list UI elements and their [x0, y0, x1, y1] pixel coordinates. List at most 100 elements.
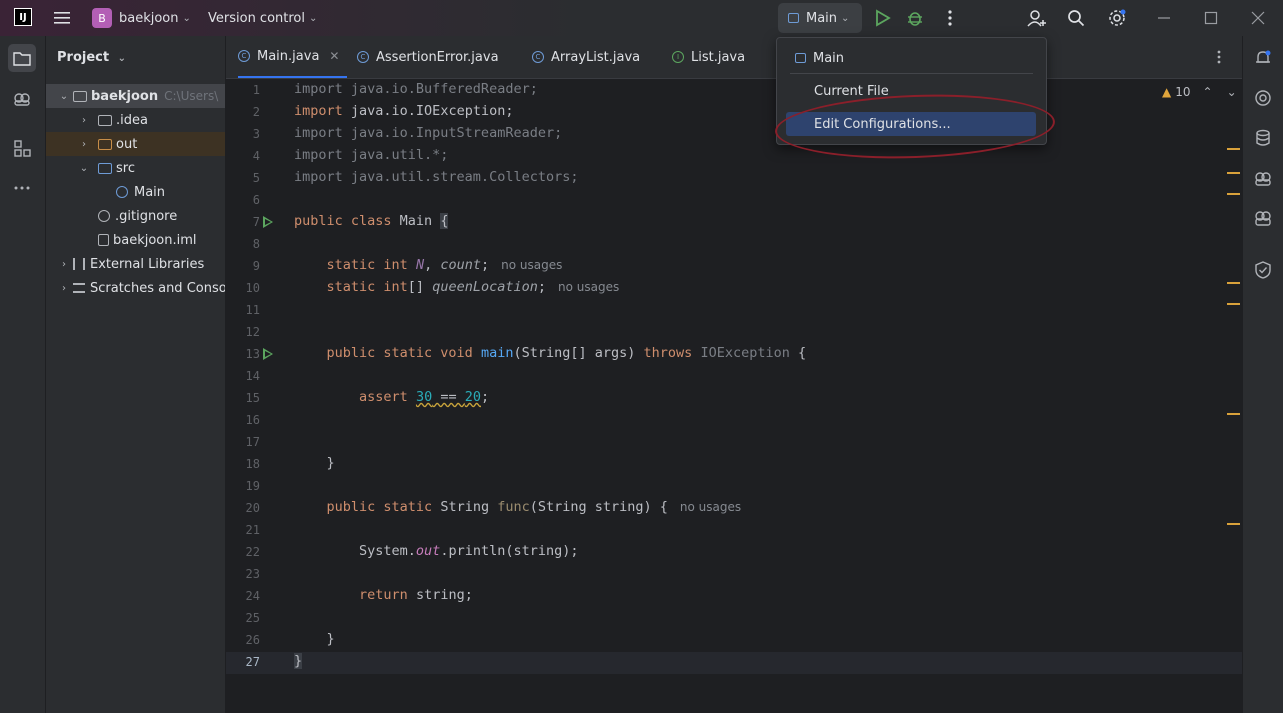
- previous-highlight-icon[interactable]: ⌃: [1203, 85, 1213, 99]
- vcs-selector[interactable]: Version control ⌄: [208, 0, 317, 36]
- close-window-button[interactable]: [1251, 0, 1265, 36]
- usages-hint[interactable]: no usages: [501, 258, 562, 272]
- project-badge: B: [92, 8, 112, 28]
- project-panel-header[interactable]: Project ⌄: [57, 50, 126, 65]
- add-user-icon: [1027, 10, 1046, 27]
- dropdown-item-current-file[interactable]: Current File: [786, 79, 1036, 103]
- warning-marker[interactable]: [1227, 193, 1240, 195]
- project-panel-title: Project: [57, 50, 110, 65]
- line-number: 12: [245, 325, 260, 339]
- tab-assertion-error[interactable]: C AssertionError.java: [357, 36, 499, 78]
- tab-arraylist[interactable]: C ArrayList.java: [532, 36, 640, 78]
- expand-arrow-icon[interactable]: ›: [58, 259, 70, 270]
- chevron-down-icon: ⌄: [309, 12, 318, 24]
- expand-arrow-icon[interactable]: ›: [58, 283, 70, 294]
- chevron-down-icon: ⌄: [841, 12, 850, 24]
- structure-tool-button[interactable]: [8, 134, 36, 162]
- tree-item-main[interactable]: Main: [46, 180, 225, 204]
- expand-arrow-icon[interactable]: ›: [78, 139, 90, 150]
- project-tool-button[interactable]: [8, 44, 36, 72]
- warning-marker[interactable]: [1227, 148, 1240, 150]
- tree-item-src[interactable]: ⌄ src: [46, 156, 225, 180]
- ai-assistant-button[interactable]: [1249, 84, 1277, 112]
- warning-marker[interactable]: [1227, 413, 1240, 415]
- intellij-logo-icon[interactable]: IJ: [14, 8, 32, 26]
- run-button[interactable]: [873, 0, 891, 36]
- add-user-button[interactable]: [1027, 0, 1047, 36]
- code-line: public class Main {: [294, 213, 449, 229]
- dropdown-item-edit-configurations[interactable]: Edit Configurations...: [786, 112, 1036, 136]
- application-config-icon: [795, 53, 806, 63]
- left-tool-strip: [0, 36, 46, 713]
- database-button[interactable]: [1249, 124, 1277, 152]
- run-gutter-icon[interactable]: [263, 348, 273, 360]
- project-selector[interactable]: B baekjoon ⌄: [92, 0, 191, 36]
- java-class-icon: C: [238, 50, 250, 62]
- run-config-selector[interactable]: Main ⌄: [778, 3, 862, 33]
- code-line: static int N, count; no usages: [326, 257, 563, 273]
- editor-tabs: C Main.java ✕ C AssertionError.java C Ar…: [226, 36, 1242, 79]
- line-number: 27: [245, 655, 260, 669]
- vcs-label: Version control: [208, 10, 305, 26]
- close-tab-icon[interactable]: ✕: [329, 49, 339, 63]
- warning-icon: ▲: [1162, 85, 1172, 99]
- tree-item-iml[interactable]: baekjoon.iml: [46, 228, 225, 252]
- warning-marker[interactable]: [1227, 172, 1240, 174]
- code-line: System.out.println(string);: [294, 543, 579, 559]
- code-line: return string;: [359, 587, 473, 603]
- tree-item-root[interactable]: ⌄ baekjoon C:\Users\: [46, 84, 225, 108]
- tree-item-label: baekjoon.iml: [113, 232, 197, 248]
- chevron-down-icon: ⌄: [182, 12, 191, 24]
- line-number: 7: [252, 215, 260, 229]
- line-number: 2: [252, 105, 260, 119]
- warning-marker[interactable]: [1227, 303, 1240, 305]
- shield-icon: [1255, 261, 1271, 279]
- code-line: }: [294, 631, 335, 647]
- code-line: import java.util.stream.Collectors;: [294, 169, 579, 185]
- scratches-icon: [73, 283, 85, 293]
- dropdown-item-label: Current File: [814, 83, 889, 99]
- next-highlight-icon[interactable]: ⌄: [1227, 85, 1237, 99]
- line-number: 15: [245, 391, 260, 405]
- tabs-more-button[interactable]: [1216, 36, 1222, 78]
- main-menu-button[interactable]: [52, 0, 72, 36]
- notifications-button[interactable]: [1249, 44, 1277, 72]
- line-number: 5: [252, 171, 260, 185]
- dropdown-item-main[interactable]: Main: [786, 46, 1036, 70]
- commit-tool-button[interactable]: [8, 84, 36, 112]
- project-name: baekjoon: [119, 10, 179, 26]
- tree-item-external-libraries[interactable]: › External Libraries: [46, 252, 225, 276]
- warning-marker[interactable]: [1227, 523, 1240, 525]
- maximize-button[interactable]: [1204, 0, 1218, 36]
- search-button[interactable]: [1067, 0, 1085, 36]
- usages-hint[interactable]: no usages: [680, 500, 741, 514]
- project-panel: Project ⌄ ⌄ baekjoon C:\Users\ › .idea ›…: [46, 36, 225, 713]
- inspection-widget[interactable]: ▲ 10 ⌃ ⌄: [1162, 85, 1237, 99]
- tree-item-scratches[interactable]: › Scratches and Conso: [46, 276, 225, 300]
- database-icon: [1256, 129, 1270, 146]
- copilot-chat-icon: [1255, 211, 1271, 226]
- copilot-chat-button[interactable]: [1249, 164, 1277, 192]
- line-number: 18: [245, 457, 260, 471]
- expand-arrow-icon[interactable]: ⌄: [58, 91, 70, 102]
- debug-button[interactable]: [906, 0, 924, 36]
- tree-item-idea[interactable]: › .idea: [46, 108, 225, 132]
- tab-list[interactable]: I List.java: [672, 36, 745, 78]
- tree-item-gitignore[interactable]: .gitignore: [46, 204, 225, 228]
- warning-marker[interactable]: [1227, 282, 1240, 284]
- security-button[interactable]: [1249, 256, 1277, 284]
- minimize-button[interactable]: [1157, 0, 1171, 36]
- expand-arrow-icon[interactable]: ›: [78, 115, 90, 126]
- more-tools-button[interactable]: [8, 174, 36, 202]
- run-gutter-icon[interactable]: [263, 216, 273, 228]
- settings-button[interactable]: [1107, 0, 1127, 36]
- line-number: 26: [245, 633, 260, 647]
- usages-hint[interactable]: no usages: [558, 280, 619, 294]
- copilot-agent-button[interactable]: [1249, 204, 1277, 232]
- tree-item-label: Scratches and Conso: [90, 280, 225, 296]
- expand-arrow-icon[interactable]: ⌄: [78, 163, 90, 174]
- tree-item-out[interactable]: › out: [46, 132, 225, 156]
- more-actions-button[interactable]: [943, 0, 957, 36]
- tab-main-java[interactable]: C Main.java ✕: [238, 36, 348, 78]
- structure-icon: [14, 140, 31, 157]
